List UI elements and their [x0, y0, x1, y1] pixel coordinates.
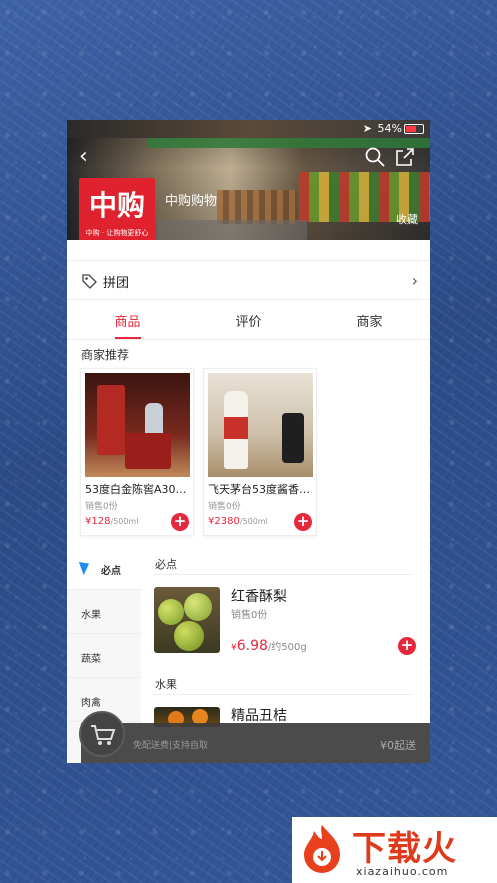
shop-header-banner: ➤ 54% ‹ 中购 中购 · 让购物更舒心 中购购物 收藏 [67, 120, 430, 240]
section-title: 水果 [155, 678, 177, 691]
pear-decor [184, 593, 212, 621]
category-item-fruit[interactable]: 水果 [67, 590, 141, 634]
min-order-label: ¥0起送 [380, 739, 416, 752]
product-image-pear[interactable] [154, 587, 220, 653]
product-image-baijiu [85, 373, 190, 477]
product-name: 精品丑桔 [231, 708, 287, 724]
category-label: 蔬菜 [81, 654, 101, 665]
shop-name: 中购购物 [165, 194, 218, 209]
recommend-card[interactable]: 飞天茅台53度酱香… 销售0份 ¥2380/500ml + [203, 368, 317, 536]
add-to-cart-button[interactable]: + [294, 513, 312, 531]
tag-icon [82, 274, 97, 289]
recommend-card[interactable]: 53度白金陈窖A30… 销售0份 ¥128/500ml + [80, 368, 194, 536]
watermark: 下载火 xiazaihuo.com [292, 817, 497, 883]
category-label: 必点 [101, 566, 121, 577]
category-label: 肉禽 [81, 698, 101, 709]
recommend-item-name: 飞天茅台53度酱香… [208, 483, 310, 496]
banner-floor-decor [157, 220, 307, 240]
shop-logo: 中购 中购 · 让购物更舒心 [79, 178, 155, 240]
price-value: ¥128 [85, 516, 111, 527]
favorite-button[interactable]: 收藏 [396, 211, 418, 227]
flame-logo-icon [304, 825, 340, 873]
category-label: 水果 [81, 610, 101, 621]
add-to-cart-button[interactable]: + [171, 513, 189, 531]
category-item-vegetable[interactable]: 蔬菜 [67, 634, 141, 678]
bottle-label-decor [224, 417, 248, 439]
product-name: 红香酥梨 [231, 589, 287, 605]
tab-active-indicator [115, 337, 141, 339]
banner-green-awning-decor [147, 138, 430, 148]
box-decor [125, 433, 171, 469]
shopping-cart-icon [91, 725, 116, 745]
location-icon: ➤ [362, 122, 372, 135]
tab-reviews[interactable]: 评价 [188, 311, 309, 330]
recommend-item-sales: 销售0份 [208, 502, 241, 512]
watermark-text: 下载火 [352, 829, 457, 869]
recommend-title: 商家推荐 [81, 348, 130, 362]
search-icon [365, 147, 385, 167]
cart-button[interactable] [79, 711, 125, 757]
battery-icon [404, 124, 424, 134]
group-buy-row[interactable]: 拼团 › [67, 260, 430, 300]
price-unit: /500ml [239, 517, 268, 526]
pointer-cursor-icon [78, 558, 93, 576]
battery-percent: 54% [377, 122, 402, 135]
back-button[interactable]: ‹ [79, 146, 88, 168]
group-buy-label: 拼团 [103, 276, 130, 291]
recommend-item-price: ¥2380/500ml [208, 516, 268, 527]
product-price: ¥6.98/约500g [231, 638, 307, 654]
phone-screen: ➤ 54% ‹ 中购 中购 · 让购物更舒心 中购购物 收藏 拼团 › 商品 评… [67, 120, 430, 763]
section-divider [153, 694, 413, 695]
share-icon [396, 148, 414, 166]
pear-decor [158, 599, 184, 625]
tab-products[interactable]: 商品 [67, 311, 188, 330]
product-image-maotai [208, 373, 313, 477]
logo-text: 中购 [88, 189, 145, 222]
recommend-item-price: ¥128/500ml [85, 516, 138, 527]
price-value: ¥2380 [208, 516, 240, 527]
recommend-item-name: 53度白金陈窖A30… [85, 483, 187, 496]
cup-decor [282, 413, 304, 463]
section-title: 必点 [155, 558, 177, 571]
watermark-url: xiazaihuo.com [356, 865, 449, 878]
tab-bar: 商品 评价 商家 [67, 300, 430, 340]
share-button[interactable] [394, 146, 416, 168]
pear-decor [174, 621, 204, 651]
add-to-cart-button[interactable]: + [398, 637, 416, 655]
search-button[interactable] [364, 146, 386, 168]
category-item-bidian[interactable]: 必点 [67, 546, 141, 590]
bottle-decor [97, 385, 125, 455]
banner-produce-decor [217, 190, 297, 224]
section-divider [153, 574, 413, 575]
status-bar: ➤ 54% [67, 122, 430, 136]
price-value: 6.98 [236, 638, 268, 654]
product-sales: 销售0份 [231, 610, 268, 621]
chevron-right-icon: › [411, 271, 418, 290]
tab-merchant[interactable]: 商家 [309, 311, 430, 330]
recommend-item-sales: 销售0份 [85, 502, 118, 512]
price-unit: /约500g [267, 642, 307, 653]
price-unit: /500ml [110, 517, 139, 526]
delivery-tip: 免配送费|支持自取 [133, 741, 209, 751]
logo-slogan: 中购 · 让购物更舒心 [85, 229, 149, 237]
